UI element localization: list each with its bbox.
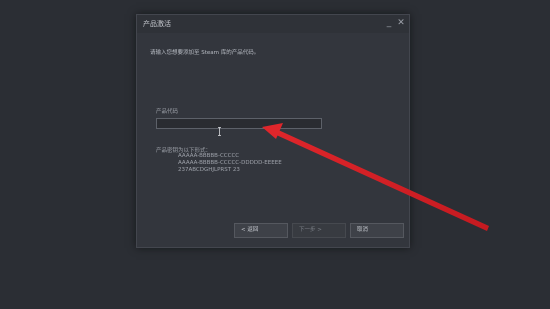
dialog-title: 产品激活 bbox=[143, 20, 171, 28]
back-button[interactable]: < 返回 bbox=[234, 223, 288, 238]
minimize-button[interactable]: _ bbox=[384, 17, 394, 29]
format-example: AAAAA-BBBBB-CCCCC-DDDDD-EEEEE bbox=[178, 160, 282, 166]
next-button[interactable]: 下一步 > bbox=[292, 223, 346, 238]
dialog-titlebar[interactable]: 产品激活 _ ✕ bbox=[137, 15, 409, 33]
product-code-label: 产品代码 bbox=[156, 109, 179, 115]
close-button[interactable]: ✕ bbox=[396, 17, 406, 29]
format-example: AAAAA-BBBBB-CCCCC bbox=[178, 153, 240, 159]
product-code-input[interactable] bbox=[156, 118, 322, 129]
cancel-button[interactable]: 取消 bbox=[350, 223, 404, 238]
format-example: 237ABCDGHJLPRST 23 bbox=[178, 167, 240, 173]
intro-text: 请输入您想要添加至 Steam 库的产品代码。 bbox=[150, 50, 260, 56]
text-cursor-icon bbox=[218, 127, 221, 136]
product-activation-dialog: 产品激活 _ ✕ 请输入您想要添加至 Steam 库的产品代码。 产品代码 产品… bbox=[136, 14, 410, 248]
